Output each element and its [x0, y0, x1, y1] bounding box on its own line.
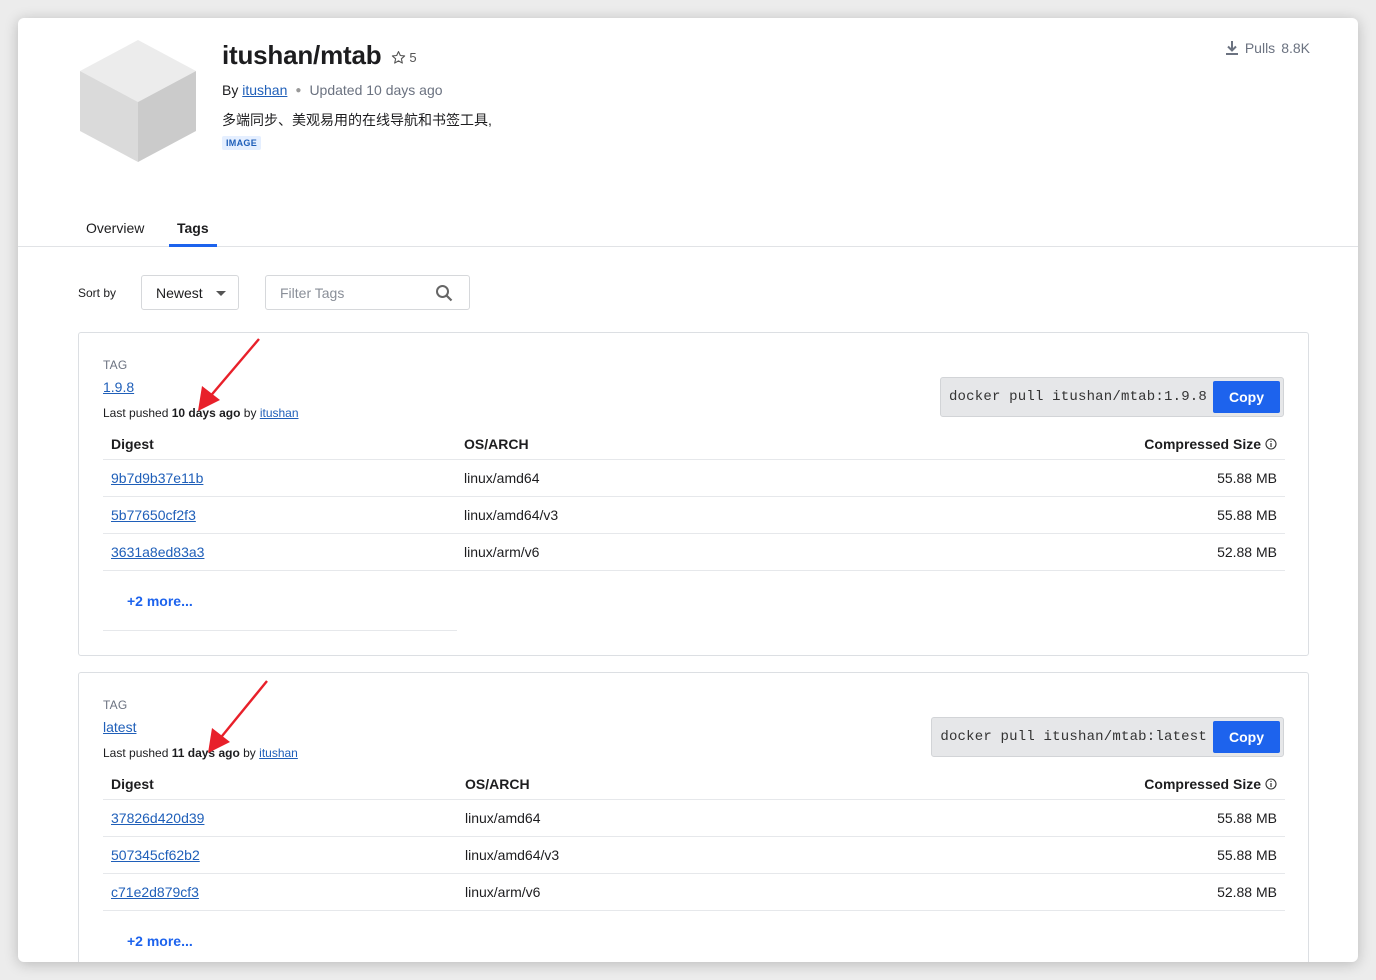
- arch-cell: linux/amd64: [457, 799, 810, 837]
- more-digests-link[interactable]: +2 more...: [127, 593, 193, 609]
- pulls-stat: Pulls 8.8K: [1225, 40, 1310, 56]
- table-row: 507345cf62b2 linux/amd64/v3 55.88 MB: [103, 836, 1285, 874]
- digest-link[interactable]: 3631a8ed83a3: [111, 544, 204, 560]
- digest-table: Digest OS/ARCH Compressed Size 37826d420…: [103, 769, 1285, 911]
- pusher-link[interactable]: itushan: [259, 746, 298, 760]
- digest-link[interactable]: 37826d420d39: [111, 810, 204, 826]
- arch-cell: linux/arm/v6: [456, 533, 809, 571]
- repo-name: itushan/mtab: [222, 40, 382, 70]
- size-cell: 55.88 MB: [808, 496, 1285, 534]
- tag-name-link[interactable]: 1.9.8: [103, 379, 134, 395]
- repo-description: 多端同步、美观易用的在线导航和书签工具,: [222, 112, 492, 128]
- table-row: 3631a8ed83a3 linux/arm/v6 52.88 MB: [103, 533, 1285, 571]
- copy-button[interactable]: Copy: [1213, 721, 1280, 753]
- size-cell: 55.88 MB: [809, 799, 1285, 837]
- digest-link[interactable]: c71e2d879cf3: [111, 884, 199, 900]
- size-cell: 52.88 MB: [808, 533, 1285, 571]
- tag-name-link[interactable]: latest: [103, 719, 136, 735]
- author-link[interactable]: itushan: [242, 82, 287, 98]
- digest-cell: 507345cf62b2: [103, 836, 457, 874]
- image-badge: IMAGE: [222, 136, 262, 150]
- digest-cell: 9b7d9b37e11b: [103, 459, 456, 497]
- table-header-row: Digest OS/ARCH Compressed Size: [103, 429, 1285, 460]
- table-row: 37826d420d39 linux/amd64 55.88 MB: [103, 799, 1285, 837]
- sort-value: Newest: [156, 284, 203, 301]
- tag-label: TAG: [103, 698, 128, 712]
- tab-tags[interactable]: Tags: [169, 220, 217, 247]
- more-digests-link[interactable]: +2 more...: [127, 933, 193, 949]
- size-column-header: Compressed Size: [809, 769, 1285, 800]
- star-icon: [392, 51, 406, 64]
- arch-cell: linux/arm/v6: [457, 873, 810, 911]
- digest-column-header: Digest: [103, 769, 457, 800]
- size-header-label: Compressed Size: [1144, 776, 1261, 792]
- table-row: 9b7d9b37e11b linux/amd64 55.88 MB: [103, 459, 1285, 497]
- size-cell: 52.88 MB: [809, 873, 1285, 911]
- size-column-header: Compressed Size: [808, 429, 1285, 460]
- info-icon[interactable]: [1265, 438, 1277, 450]
- pull-command: docker pull itushan/mtab:latest: [940, 729, 1207, 745]
- pull-command: docker pull itushan/mtab:1.9.8: [948, 389, 1207, 405]
- tab-overview[interactable]: Overview: [78, 220, 152, 244]
- digest-cell: 37826d420d39: [103, 799, 457, 837]
- copy-button[interactable]: Copy: [1213, 381, 1280, 413]
- tag-card: TAG 1.9.8 Last pushed 10 days ago by itu…: [78, 332, 1309, 656]
- arch-cell: linux/amd64/v3: [456, 496, 809, 534]
- digest-link[interactable]: 9b7d9b37e11b: [111, 470, 203, 486]
- digest-link[interactable]: 5b77650cf2f3: [111, 507, 196, 523]
- last-pushed: Last pushed 11 days ago by itushan: [103, 746, 298, 760]
- updated-text: Updated 10 days ago: [309, 82, 443, 98]
- info-icon[interactable]: [1265, 778, 1277, 790]
- download-icon: [1225, 41, 1238, 55]
- digest-cell: 5b77650cf2f3: [103, 496, 456, 534]
- by-label: By: [222, 82, 239, 98]
- search-icon[interactable]: [435, 284, 453, 302]
- last-pushed: Last pushed 10 days ago by itushan: [103, 406, 299, 420]
- divider: [103, 630, 457, 631]
- digest-cell: 3631a8ed83a3: [103, 533, 456, 571]
- pulls-count: 8.8K: [1281, 40, 1310, 56]
- pushed-time: 11 days ago: [171, 746, 240, 760]
- digest-column-header: Digest: [103, 429, 456, 460]
- pushed-time: 10 days ago: [171, 406, 241, 420]
- digest-table: Digest OS/ARCH Compressed Size 9b7d9b37e…: [103, 429, 1285, 571]
- digest-cell: c71e2d879cf3: [103, 873, 457, 911]
- table-row: c71e2d879cf3 linux/arm/v6 52.88 MB: [103, 873, 1285, 911]
- pushed-prefix: Last pushed: [103, 746, 169, 760]
- pusher-link[interactable]: itushan: [260, 406, 299, 420]
- repo-cube-icon: [80, 40, 196, 162]
- pulls-label: Pulls: [1244, 40, 1276, 56]
- sort-dropdown[interactable]: Newest: [141, 275, 239, 310]
- pushed-by: by: [243, 746, 256, 760]
- app-window: itushan/mtab 5 By itushan ● Updated 10 d…: [18, 18, 1358, 962]
- table-row: 5b77650cf2f3 linux/amd64/v3 55.88 MB: [103, 496, 1285, 534]
- tab-bar: Overview Tags: [18, 214, 1358, 247]
- tag-label: TAG: [103, 358, 128, 372]
- size-cell: 55.88 MB: [809, 836, 1285, 874]
- repo-title-row: itushan/mtab 5: [222, 40, 417, 71]
- size-cell: 55.88 MB: [808, 459, 1285, 497]
- star-count: 5: [409, 50, 417, 65]
- arch-cell: linux/amd64: [456, 459, 809, 497]
- filter-tags-field[interactable]: [265, 275, 470, 310]
- digest-link[interactable]: 507345cf62b2: [111, 847, 200, 863]
- table-header-row: Digest OS/ARCH Compressed Size: [103, 769, 1285, 800]
- arch-column-header: OS/ARCH: [457, 769, 810, 800]
- arch-column-header: OS/ARCH: [456, 429, 809, 460]
- pushed-prefix: Last pushed: [103, 406, 169, 420]
- separator-dot: ●: [295, 84, 302, 96]
- tag-card: TAG latest Last pushed 11 days ago by it…: [78, 672, 1309, 962]
- pull-command-box: docker pull itushan/mtab:1.9.8 Copy: [939, 377, 1284, 417]
- byline: By itushan ● Updated 10 days ago: [222, 82, 443, 98]
- pull-command-box: docker pull itushan/mtab:latest Copy: [931, 717, 1284, 757]
- chevron-down-icon: [216, 291, 226, 296]
- sort-label: Sort by: [78, 286, 117, 300]
- star-button[interactable]: 5: [391, 50, 417, 65]
- pushed-by: by: [243, 406, 257, 420]
- arch-cell: linux/amd64/v3: [457, 836, 810, 874]
- size-header-label: Compressed Size: [1144, 436, 1261, 452]
- filter-tags-input[interactable]: [278, 284, 432, 302]
